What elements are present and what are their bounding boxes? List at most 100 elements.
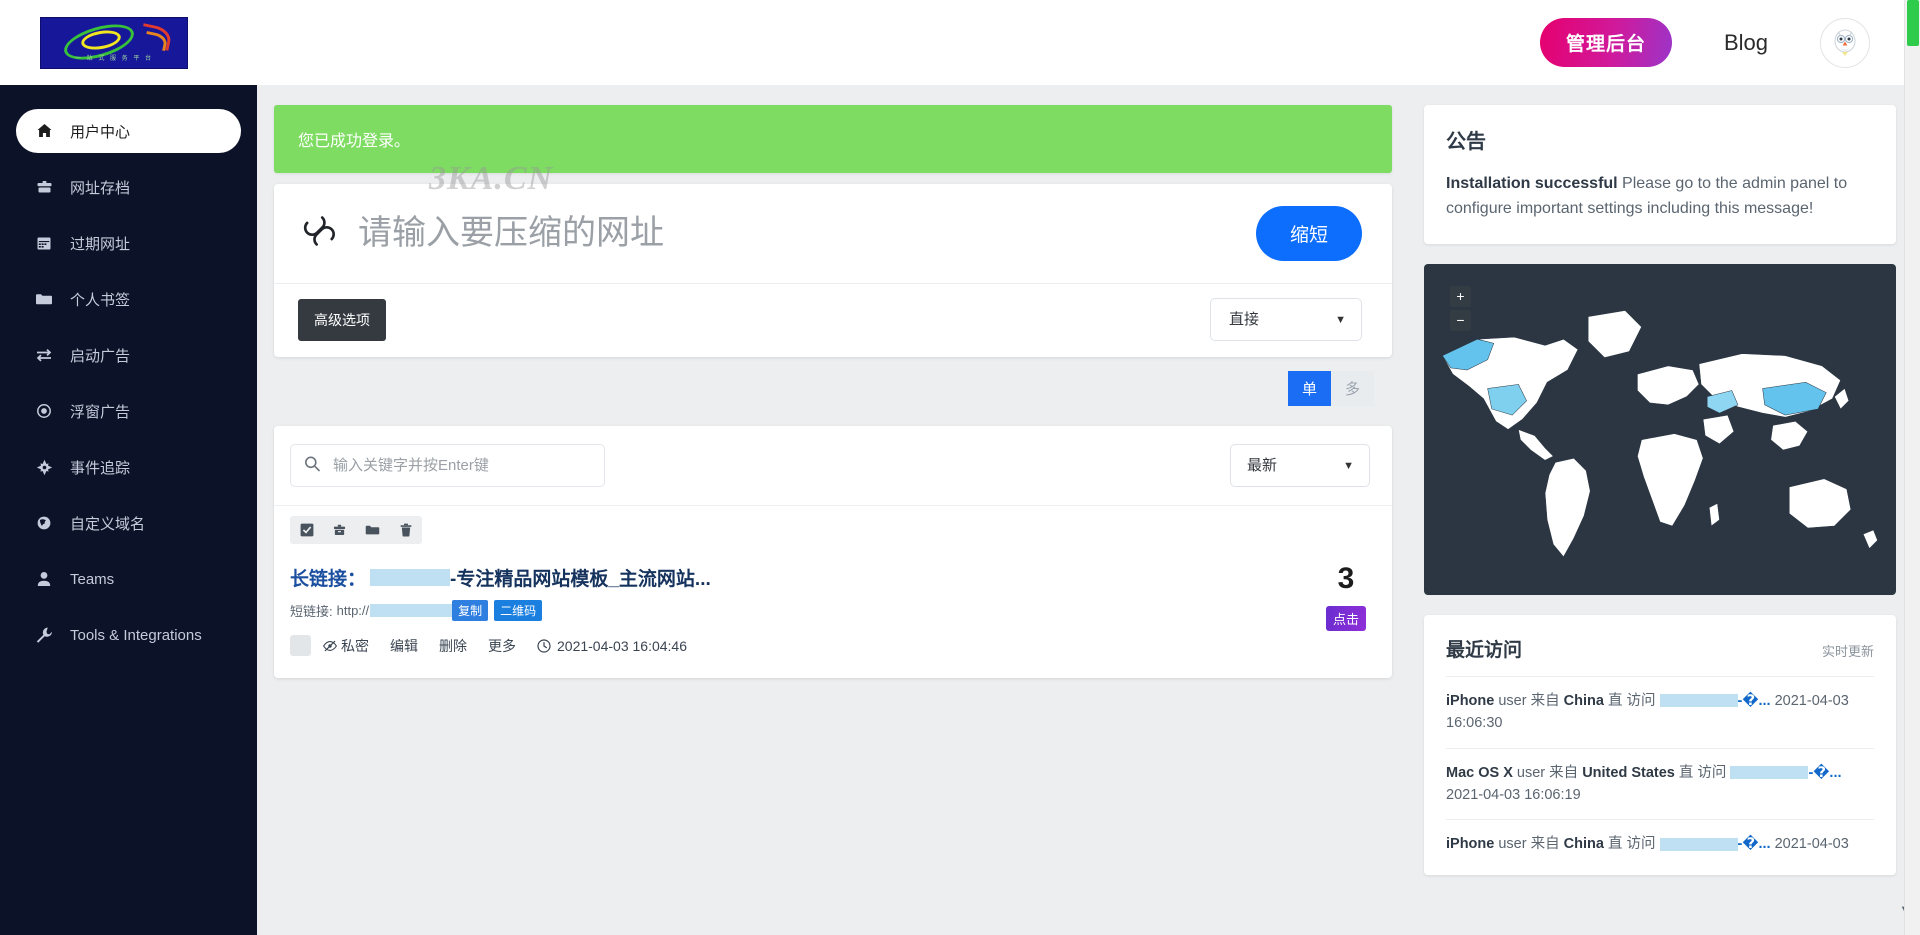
avatar[interactable] [1820, 18, 1870, 68]
sidebar-item-tools-integrations[interactable]: Tools & Integrations [16, 613, 241, 657]
visit-device: iPhone [1446, 693, 1494, 709]
sidebar-item-label: 浮窗广告 [70, 401, 130, 422]
live-update-link[interactable]: 实时更新 [1822, 641, 1874, 660]
visit-user: user [1494, 836, 1530, 852]
redacted-visit-url [1660, 694, 1738, 707]
select-all-checkbox-button[interactable] [290, 516, 323, 544]
list-item: Mac OS X user 来自 United States 直 访问 -�..… [1446, 748, 1874, 820]
redacted-domain [370, 569, 450, 586]
sidebar-item-floating-ads[interactable]: 浮窗广告 [16, 389, 241, 433]
sidebar-item-event-tracking[interactable]: 事件追踪 [16, 445, 241, 489]
delete-action[interactable]: 删除 [439, 636, 467, 656]
recent-visits-header: 最近访问 实时更新 [1446, 635, 1874, 662]
sidebar-item-expired-urls[interactable]: 过期网址 [16, 221, 241, 265]
long-link-line: 长链接： -专注精品网站模板_主流网站... [290, 564, 711, 591]
archive-icon [34, 179, 54, 195]
shorten-row: 缩短 [274, 184, 1392, 284]
visit-user: user [1513, 765, 1549, 781]
clicks-badge: 点击 [1326, 606, 1366, 631]
map-zoom-out-button[interactable]: − [1450, 310, 1471, 331]
search-icon [304, 455, 320, 476]
archive-button[interactable] [323, 516, 356, 544]
right-sidebar: 公告 Installation successful Please go to … [1408, 85, 1920, 935]
admin-panel-button[interactable]: 管理后台 [1540, 18, 1672, 67]
private-label: 私密 [341, 636, 369, 656]
visit-suffix: -�... [1808, 765, 1841, 781]
sidebar-item-teams[interactable]: Teams [16, 557, 241, 601]
private-action[interactable]: 私密 [323, 636, 369, 656]
sidebar-item-label: Teams [70, 571, 114, 588]
options-row: 高级选项 直接 ▼ [274, 284, 1392, 357]
visit-country: United States [1582, 765, 1675, 781]
short-link-line: 短链接: http:// 复制 二维码 [290, 600, 711, 621]
links-list-card: 最新 ▼ [274, 426, 1392, 678]
announcement-body: Installation successful Please go to the… [1446, 172, 1874, 222]
row-select-checkbox[interactable] [290, 635, 311, 656]
search-input[interactable] [290, 444, 605, 487]
sidebar-item-bookmarks[interactable]: 个人书签 [16, 277, 241, 321]
link-details: 长链接： -专注精品网站模板_主流网站... 短链接: http:// 复制 二… [290, 564, 711, 656]
bulk-action-group [290, 516, 422, 544]
folder-icon [34, 291, 54, 307]
visit-device: Mac OS X [1446, 765, 1513, 781]
copy-button[interactable]: 复制 [452, 600, 488, 621]
delete-button[interactable] [389, 516, 422, 544]
sidebar-item-label: 事件追踪 [70, 457, 130, 478]
sidebar-item-label: 过期网址 [70, 233, 130, 254]
exchange-icon [34, 347, 54, 363]
sidebar-item-label: Tools & Integrations [70, 627, 202, 644]
toggle-multi-button[interactable]: 多 [1331, 371, 1374, 406]
sort-select[interactable]: 最新 [1230, 444, 1370, 487]
checkbox-check-icon [300, 523, 314, 537]
visit-from: 来自 [1531, 836, 1564, 852]
sidebar-item-launch-ads[interactable]: 启动广告 [16, 333, 241, 377]
folder-open-icon [365, 523, 380, 537]
search-wrap [290, 444, 605, 487]
link-chain-icon [302, 212, 338, 255]
page-scrollbar-thumb[interactable] [1907, 0, 1919, 46]
shorten-button[interactable]: 缩短 [1256, 206, 1362, 261]
site-logo[interactable]: 一 站 式 服 务 平 台 [40, 17, 188, 69]
archive-box-icon [333, 523, 346, 537]
world-map-panel[interactable]: + − [1424, 264, 1896, 595]
edit-action[interactable]: 编辑 [390, 636, 418, 656]
sidebar-item-label: 启动广告 [70, 345, 130, 366]
toggle-single-button[interactable]: 单 [1288, 371, 1331, 406]
sidebar-item-label: 用户中心 [70, 121, 130, 142]
sidebar: 用户中心 网址存档 过期网址 个人书签 [0, 85, 257, 935]
list-item[interactable]: 长链接： -专注精品网站模板_主流网站... 短链接: http:// 复制 二… [274, 548, 1392, 678]
visit-from: 来自 [1549, 765, 1582, 781]
recent-visits-panel: 最近访问 实时更新 iPhone user 来自 China 直 访问 -�..… [1424, 615, 1896, 875]
sidebar-item-label: 自定义域名 [70, 513, 145, 534]
compass-icon [34, 459, 54, 476]
advanced-options-button[interactable]: 高级选项 [298, 299, 386, 341]
world-map-svg [1424, 264, 1896, 595]
sidebar-item-custom-domain[interactable]: 自定义域名 [16, 501, 241, 545]
url-input[interactable] [358, 214, 1058, 253]
link-meta-line: 私密 编辑 删除 更多 2021-04-03 16:04:46 [290, 635, 711, 656]
move-to-folder-button[interactable] [356, 516, 389, 544]
top-header: 一 站 式 服 务 平 台 管理后台 Blog [0, 0, 1920, 85]
eye-slash-icon [323, 640, 337, 652]
clock-icon [537, 639, 551, 653]
sort-select-wrap: 最新 ▼ [1230, 444, 1370, 487]
announcement-panel: 公告 Installation successful Please go to … [1424, 105, 1896, 244]
blog-link[interactable]: Blog [1724, 30, 1768, 56]
shorten-card: 3KA.CN 缩短 高级选项 [274, 184, 1392, 357]
sidebar-item-url-archive[interactable]: 网址存档 [16, 165, 241, 209]
map-zoom-in-button[interactable]: + [1450, 286, 1471, 307]
sidebar-item-label: 网址存档 [70, 177, 130, 198]
redacted-short-url [370, 604, 452, 617]
redirect-type-select[interactable]: 直接 [1210, 298, 1362, 341]
short-link-label: 短链接: [290, 601, 333, 620]
sidebar-item-user-center[interactable]: 用户中心 [16, 109, 241, 153]
list-item: iPhone user 来自 China 直 访问 -�... 2021-04-… [1446, 676, 1874, 748]
wrench-icon [34, 627, 54, 643]
recent-visits-title: 最近访问 [1446, 635, 1522, 662]
qrcode-button[interactable]: 二维码 [494, 600, 542, 621]
visit-country: China [1564, 693, 1604, 709]
visit-from: 来自 [1531, 693, 1564, 709]
page-scrollbar[interactable] [1904, 0, 1920, 935]
visit-action: 直 访问 [1675, 765, 1731, 781]
more-action[interactable]: 更多 [488, 636, 516, 656]
